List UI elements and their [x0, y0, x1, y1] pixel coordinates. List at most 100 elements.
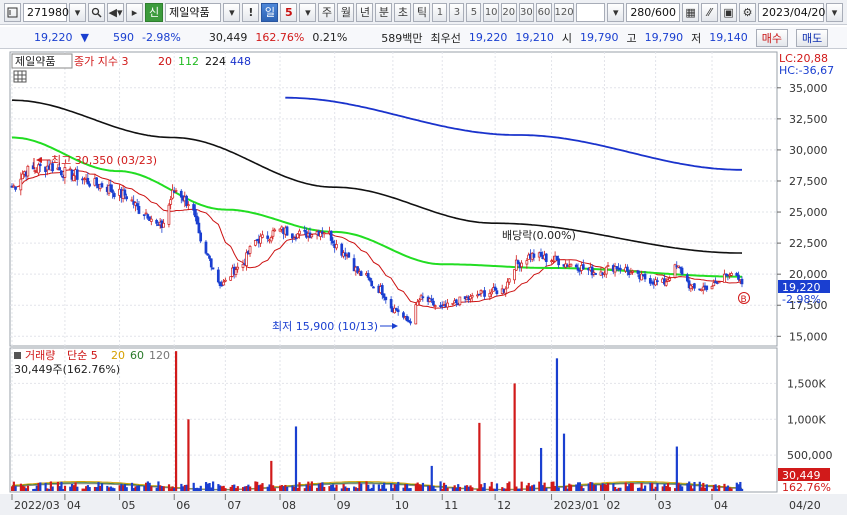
period-day-button[interactable]: 일 — [261, 2, 279, 22]
calendar-dropdown-icon[interactable]: ▾ — [826, 2, 844, 22]
period-num-button[interactable]: 5 — [280, 2, 298, 22]
indicator-tool-icon[interactable]: ⁄⁄ — [701, 2, 719, 22]
date-tick-label: 08 — [282, 499, 296, 512]
period-second-button[interactable]: 초 — [394, 2, 412, 22]
candle-body — [454, 299, 458, 304]
search-icon[interactable] — [88, 2, 105, 22]
legend-ma20[interactable]: 20 — [158, 55, 172, 68]
volume-bar — [557, 487, 560, 491]
save-icon[interactable]: ▣ — [720, 2, 738, 22]
candle-body — [730, 273, 733, 276]
volume-ma5-legend[interactable]: 단순 5 — [67, 349, 98, 362]
price-change: 590 — [112, 31, 134, 44]
hc-value: HC:-36,67 — [779, 64, 834, 77]
name-dropdown-icon[interactable]: ▾ — [223, 2, 241, 22]
interval-30-button[interactable]: 30 — [518, 2, 535, 22]
volume-value: 30,449 — [208, 31, 248, 44]
period-year-button[interactable]: 년 — [356, 2, 374, 22]
volume-ma120-legend[interactable]: 120 — [149, 349, 170, 362]
candle-body — [271, 230, 275, 237]
buy-button[interactable]: 매수 — [755, 28, 789, 47]
chart-type-icon[interactable] — [4, 2, 21, 22]
toolbar: 271980 ▾ ◀▾ ▸ 신 제일약품 ▾ ! 일 5 ▾ 주 월 년 분 초… — [0, 0, 847, 25]
stock-code-input[interactable]: 271980 — [23, 2, 69, 22]
candle-body — [389, 299, 393, 309]
name-box[interactable]: 제일약품 — [15, 54, 55, 68]
stock-chart[interactable]: 15,00017,50020,00022,50025,00027,50030,0… — [0, 50, 847, 515]
volume-bar — [137, 485, 141, 491]
candle-body — [298, 230, 301, 235]
legend-ma112[interactable]: 112 — [178, 55, 199, 68]
volume-tick-label: 1,000K — [787, 413, 826, 426]
interval-60-button[interactable]: 60 — [536, 2, 552, 22]
gear-icon[interactable]: ⚙ — [739, 2, 757, 22]
period-minute-button[interactable]: 분 — [375, 2, 393, 22]
interval-dropdown-icon[interactable]: ▾ — [607, 2, 625, 22]
best-bid: 19,210 — [515, 31, 554, 44]
legend-ma224[interactable]: 224 — [205, 55, 226, 68]
alert-icon[interactable]: ! — [242, 2, 260, 22]
high-price: 19,790 — [644, 31, 684, 44]
volume-panel-icon — [14, 352, 21, 359]
period-month-button[interactable]: 월 — [337, 2, 355, 22]
candle-body — [581, 264, 585, 270]
grid-tool-icon[interactable]: ▦ — [682, 2, 700, 22]
legend-close-index[interactable]: 종가 지수 3 — [74, 55, 128, 68]
volume-bar — [656, 483, 659, 491]
period-week-button[interactable]: 주 — [318, 2, 336, 22]
interval-120-button[interactable]: 120 — [553, 2, 575, 22]
volume-bar — [471, 487, 474, 491]
candle-body — [21, 173, 24, 180]
volume-bar — [384, 488, 388, 491]
best-quote-label: 최우선 — [430, 31, 461, 45]
data-count-field[interactable]: 280/600 — [626, 2, 681, 22]
candle-body — [507, 278, 511, 283]
period-tick-button[interactable]: 틱 — [413, 2, 431, 22]
candle-body — [370, 280, 374, 287]
current-rate-label: -2.98% — [782, 293, 821, 306]
candle-body — [291, 233, 294, 239]
date-tick-label: 06 — [176, 499, 190, 512]
sell-button[interactable]: 매도 — [796, 28, 829, 47]
interval-5-button[interactable]: 5 — [466, 2, 482, 22]
table-icon[interactable] — [13, 70, 27, 83]
date-field[interactable]: 2023/04/20 — [758, 2, 825, 22]
candle-body — [656, 280, 659, 283]
interval-20-button[interactable]: 20 — [500, 2, 517, 22]
volume-bar — [335, 484, 338, 491]
candle-body — [643, 273, 647, 280]
stock-name-field[interactable]: 제일약품 — [165, 2, 222, 22]
candle-body — [368, 277, 372, 281]
candle-body — [303, 229, 307, 232]
volume-bar — [39, 482, 42, 491]
chart-area[interactable]: 15,000 17,500 20,000 22,500 25,000 27,500 30,0… — [0, 50, 847, 515]
speaker-icon[interactable]: ◀▾ — [107, 2, 124, 22]
volume-bar — [294, 426, 298, 491]
candle-body — [685, 274, 689, 282]
volume-title[interactable]: 거래량 — [25, 349, 55, 362]
candle-body — [72, 175, 76, 182]
legend-ma448[interactable]: 448 — [230, 55, 251, 68]
prev-stock-icon[interactable]: ▸ — [126, 2, 143, 22]
volume-bar — [26, 485, 30, 491]
candle-body — [285, 226, 289, 236]
candle-body — [194, 209, 197, 218]
date-tick-label: 09 — [337, 499, 351, 512]
volume-ma60-legend[interactable]: 60 — [130, 349, 144, 362]
candle-body — [668, 278, 672, 281]
candle-body — [86, 177, 90, 185]
candle-body — [557, 258, 560, 266]
volume-panel-frame — [9, 347, 778, 493]
volume-bar — [434, 488, 437, 491]
candle-body — [135, 203, 139, 207]
candle-body — [63, 167, 67, 178]
interval-custom-input[interactable] — [576, 2, 606, 22]
candle-body — [626, 266, 629, 272]
interval-1-button[interactable]: 1 — [432, 2, 448, 22]
code-dropdown-icon[interactable]: ▾ — [69, 2, 86, 22]
interval-3-button[interactable]: 3 — [449, 2, 465, 22]
period-num-dropdown-icon[interactable]: ▾ — [299, 2, 317, 22]
interval-10-button[interactable]: 10 — [483, 2, 499, 22]
volume-ma20-legend[interactable]: 20 — [111, 349, 125, 362]
low-label: 저 — [691, 31, 702, 45]
